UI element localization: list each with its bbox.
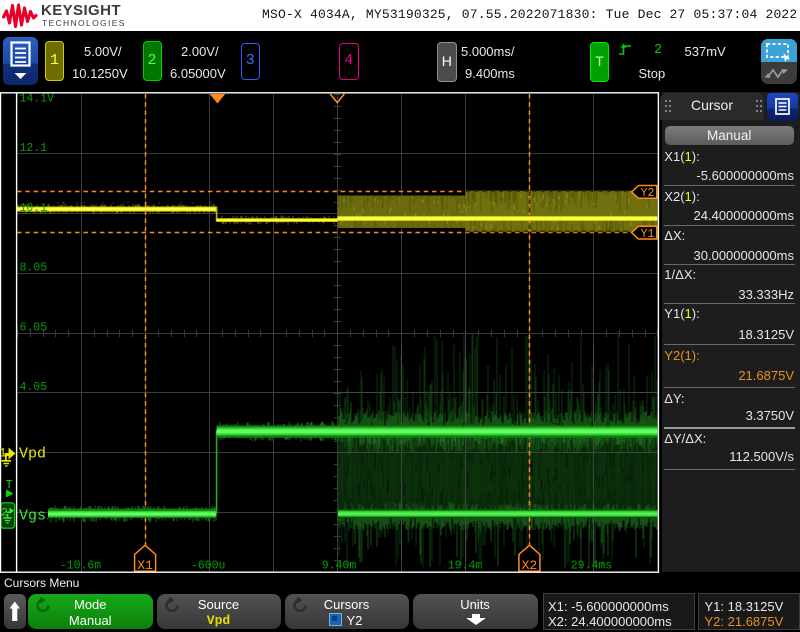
- svg-text:12.1: 12.1: [20, 142, 48, 155]
- svg-text:19.4m: 19.4m: [448, 560, 483, 573]
- svg-text:6.05: 6.05: [20, 321, 48, 334]
- svg-text:Vgs: Vgs: [19, 508, 46, 525]
- svg-text:Y1: Y1: [641, 228, 655, 241]
- svg-text:Vpd: Vpd: [19, 446, 46, 463]
- svg-text:-600u: -600u: [191, 560, 226, 573]
- svg-text:10.1: 10.1: [20, 202, 48, 215]
- svg-text:Y2: Y2: [641, 187, 655, 200]
- svg-text:X1: X1: [137, 558, 153, 573]
- svg-text:X2: X2: [522, 558, 538, 573]
- svg-text:4.05: 4.05: [20, 381, 48, 394]
- svg-text:-10.6m: -10.6m: [60, 560, 102, 573]
- svg-text:9.40m: 9.40m: [322, 560, 357, 573]
- svg-text:14.1V: 14.1V: [20, 93, 55, 106]
- svg-text:8.05: 8.05: [20, 262, 48, 275]
- svg-text:29.4ms: 29.4ms: [571, 560, 612, 573]
